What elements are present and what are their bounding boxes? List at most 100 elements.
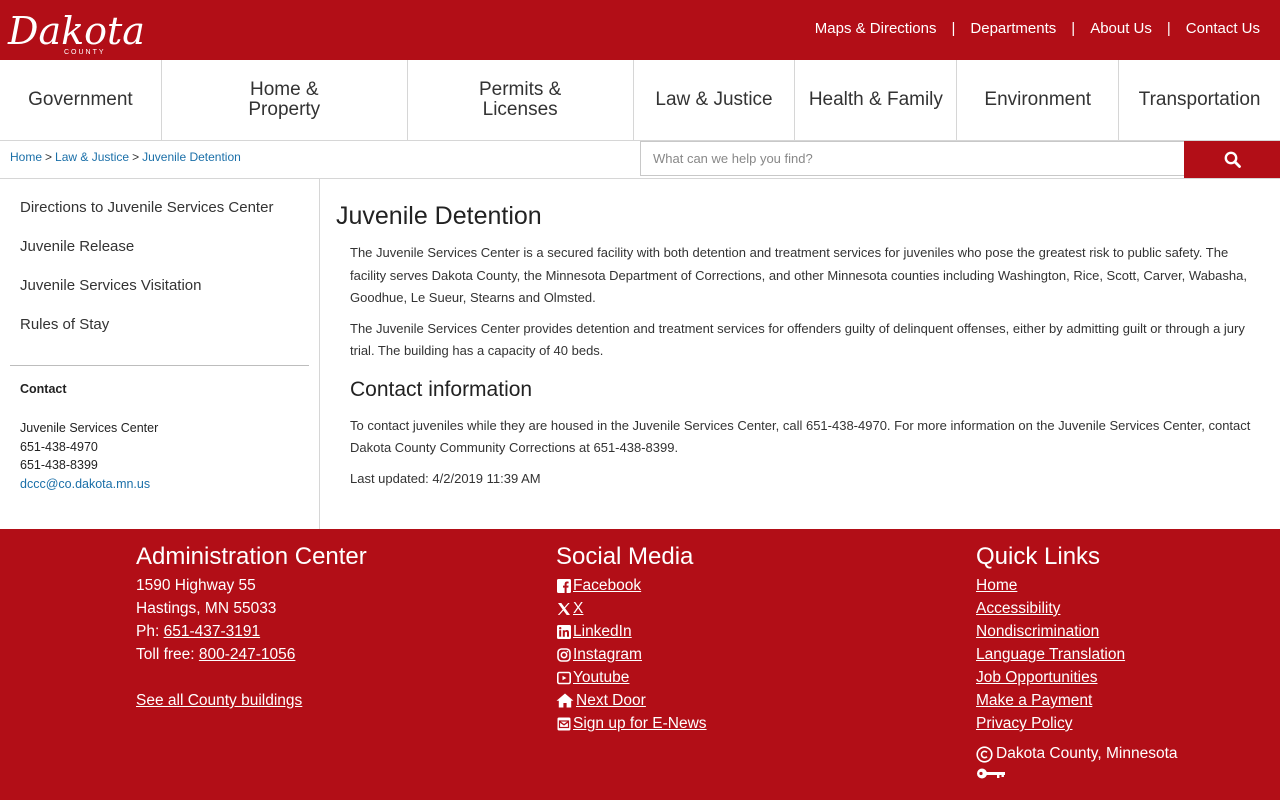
sidebar-item-rules-of-stay[interactable]: Rules of Stay [20,316,273,355]
facebook-icon [556,578,571,593]
nav-item-law-justice[interactable]: Law & Justice [634,60,796,140]
youtube-label: Youtube [573,669,630,686]
contact-email-link[interactable]: dccc@co.dakota.mn.us [20,477,150,491]
utility-separator: | [1071,20,1076,37]
nav-item-environment[interactable]: Environment [957,60,1120,140]
social-media-heading: Social Media [556,543,694,570]
last-updated: Last updated: 4/2/2019 11:39 AM [350,470,541,486]
sidebar-nav: Directions to Juvenile Services Center J… [20,199,273,355]
see-all-buildings-link[interactable]: See all County buildings [136,692,302,709]
admin-phone-link[interactable]: 651-437-3191 [164,623,261,640]
nav-item-permits-licenses[interactable]: Permits & Licenses [408,60,634,140]
maps-directions-link[interactable]: Maps & Directions [815,20,937,37]
sidebar: Directions to Juvenile Services Center J… [0,179,320,529]
footer: Administration Center 1590 Highway 55 Ha… [0,529,1280,800]
copyright-text: Dakota County, Minnesota [996,745,1178,762]
breadcrumb-separator: > [45,150,53,164]
enews-signup-link[interactable]: Sign up for E-News [556,712,707,735]
quick-link-job-opportunities[interactable]: Job Opportunities [976,669,1098,686]
quick-links-heading: Quick Links [976,543,1101,570]
services-paragraph: The Juvenile Services Center provides de… [350,320,1245,359]
admin-center-heading: Administration Center [136,543,367,570]
utility-separator: | [1166,20,1171,37]
search-button[interactable] [1184,141,1280,178]
footer-quick-links: Quick Links Home Accessibility Nondiscri… [976,543,1178,785]
about-us-link[interactable]: About Us [1090,20,1152,37]
key-icon [977,768,1005,779]
contact-phone-2: 651-438-8399 [20,458,98,472]
logo-subtext: COUNTY [64,49,106,56]
breadcrumb-law-justice[interactable]: Law & Justice [55,150,129,164]
page-title: Juvenile Detention [336,202,542,230]
nav-item-health-family[interactable]: Health & Family [795,60,958,140]
x-link[interactable]: X [556,597,707,620]
breadcrumb: Home > Law & Justice > Juvenile Detention [10,150,241,164]
tollfree-label: Toll free: [136,646,199,663]
top-bar: Dakota COUNTY Maps & Directions | Depart… [0,0,1280,60]
admin-phone: Ph: 651-437-3191 [136,620,367,643]
login-key[interactable] [976,767,1178,785]
quick-link-language-translation[interactable]: Language Translation [976,646,1125,663]
admin-address-line-1: 1590 Highway 55 [136,577,256,594]
utility-nav: Maps & Directions | Departments | About … [815,20,1260,37]
copyright: Dakota County, Minnesota [976,745,1178,763]
breadcrumb-separator: > [132,150,140,164]
main-content: Juvenile Detention The Juvenile Services… [336,199,1256,490]
enews-signup-label: Sign up for E-News [573,715,707,732]
quick-link-home[interactable]: Home [976,577,1017,594]
utility-separator: | [951,20,956,37]
search-icon [1224,151,1241,168]
admin-tollfree-link[interactable]: 800-247-1056 [199,646,296,663]
linkedin-link[interactable]: LinkedIn [556,620,707,643]
youtube-icon [556,670,571,685]
sidebar-divider [10,365,309,366]
phone-label: Ph: [136,623,164,640]
quick-link-accessibility[interactable]: Accessibility [976,600,1060,617]
facebook-label: Facebook [573,577,642,594]
quick-link-make-payment[interactable]: Make a Payment [976,692,1092,709]
envelope-icon [556,716,571,731]
instagram-icon [556,647,571,662]
linkedin-label: LinkedIn [573,623,632,640]
quick-link-nondiscrimination[interactable]: Nondiscrimination [976,623,1099,640]
x-icon [556,601,571,616]
contact-info-heading: Contact information [350,377,533,401]
breadcrumb-home[interactable]: Home [10,150,42,164]
departments-link[interactable]: Departments [970,20,1056,37]
intro-paragraph: The Juvenile Services Center is a secure… [350,245,1247,305]
youtube-link[interactable]: Youtube [556,666,707,689]
footer-admin-center: Administration Center 1590 Highway 55 Ha… [136,543,367,712]
sidebar-item-visitation[interactable]: Juvenile Services Visitation [20,277,273,316]
dakota-county-logo[interactable]: Dakota COUNTY [6,4,158,56]
instagram-label: Instagram [573,646,642,663]
nav-item-transportation[interactable]: Transportation [1119,60,1280,140]
copyright-icon [976,745,993,763]
nav-item-government[interactable]: Government [0,60,162,140]
search-input[interactable] [640,141,1185,176]
breadcrumb-juvenile-detention[interactable]: Juvenile Detention [142,150,241,164]
contact-info-paragraph: To contact juveniles while they are hous… [350,417,1251,456]
admin-address-line-2: Hastings, MN 55033 [136,600,277,617]
sidebar-item-directions[interactable]: Directions to Juvenile Services Center [20,199,273,238]
facebook-link[interactable]: Facebook [556,574,707,597]
x-label: X [573,600,584,617]
contact-phone-1: 651-438-4970 [20,439,98,454]
admin-tollfree: Toll free: 800-247-1056 [136,643,367,666]
instagram-link[interactable]: Instagram [556,643,707,666]
contact-name: Juvenile Services Center [20,421,159,435]
main-nav: Government Home & Property Permits & Lic… [0,60,1280,141]
contact-heading: Contact [20,382,67,396]
home-icon [556,693,574,708]
logo-text: Dakota [7,9,145,53]
sidebar-contact: Contact Juvenile Services Center 651-438… [20,382,158,493]
linkedin-icon [556,624,571,639]
quick-link-privacy-policy[interactable]: Privacy Policy [976,715,1072,732]
nav-item-home-property[interactable]: Home & Property [162,60,408,140]
sidebar-item-juvenile-release[interactable]: Juvenile Release [20,238,273,277]
contact-us-link[interactable]: Contact Us [1186,20,1260,37]
next-door-label: Next Door [576,692,646,709]
buildings-line: See all County buildings [136,689,367,712]
next-door-link[interactable]: Next Door [556,689,707,712]
footer-social-media: Social Media Facebook X LinkedIn Instagr… [556,543,707,735]
breadcrumb-search-row: Home > Law & Justice > Juvenile Detention [0,141,1280,179]
